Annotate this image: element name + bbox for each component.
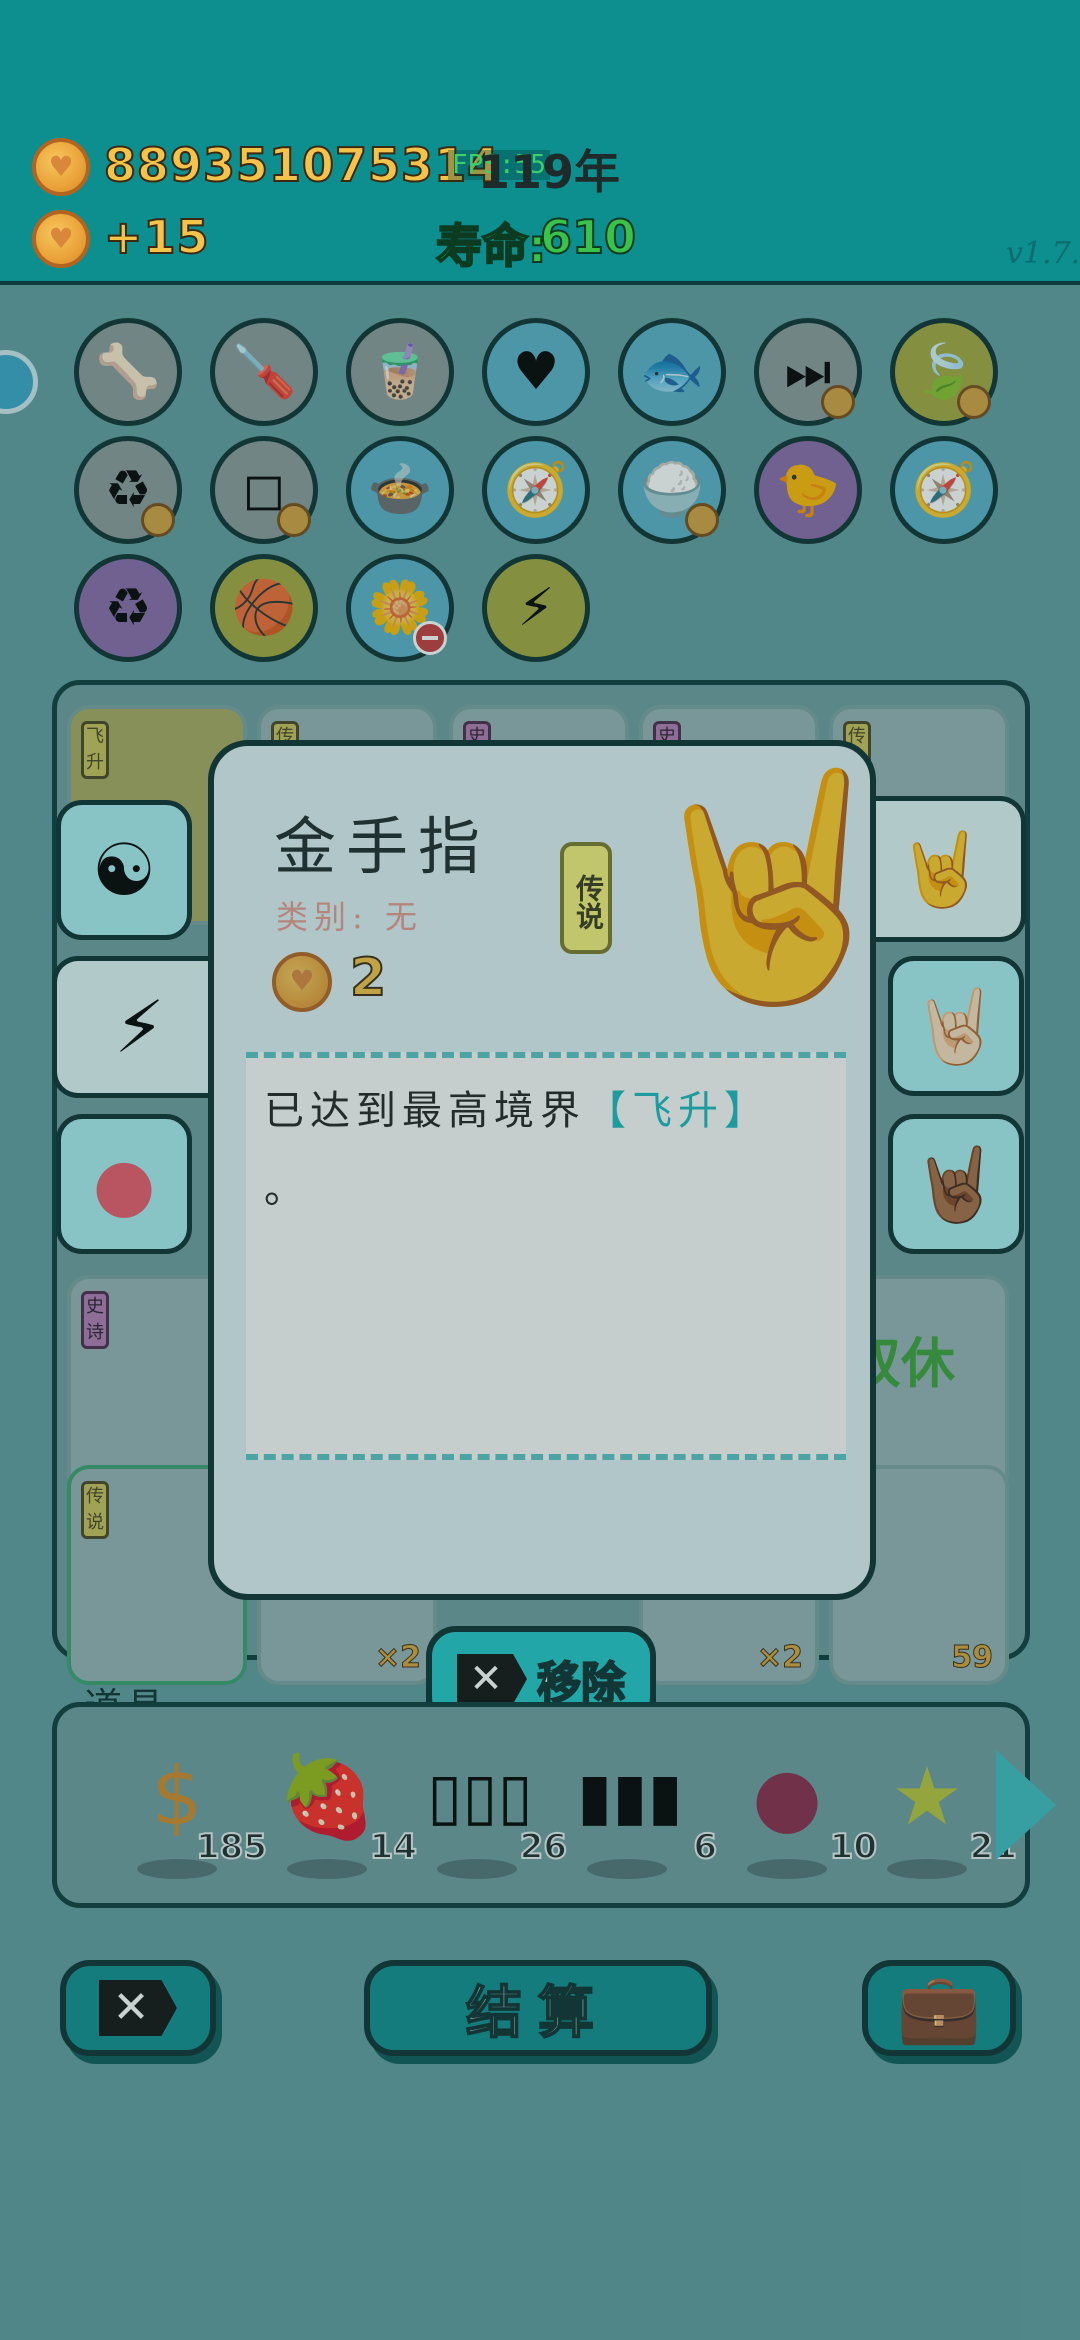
props-bar: $ 185 🍓 14 ▯▯▯ 26 ▮▮▮ 6 ● 10 ★ 21	[52, 1702, 1030, 1908]
tab-white-hand[interactable]: 🤘🏻	[888, 956, 1024, 1096]
bag-button[interactable]: 💼	[862, 1960, 1016, 2056]
screwdriver-icon[interactable]: 🪛	[210, 318, 318, 426]
prop-item[interactable]: ★ 21	[857, 1747, 1018, 1887]
item-description: 已达到最高境界【飞升】 。	[246, 1052, 846, 1460]
item-detail-modal: 金手指 类别: 无 传说 2 🤘 已达到最高境界【飞升】 。	[208, 740, 908, 1600]
compass-icon[interactable]: 🧭	[482, 436, 590, 544]
compass-icon-2[interactable]: 🧭	[890, 436, 998, 544]
brown-hand-icon: 🤘🏾	[911, 1141, 1001, 1226]
prop-shadow	[587, 1859, 667, 1879]
version-label: v1.7.2	[1006, 236, 1080, 271]
yin-yang-icon: ☯	[91, 828, 157, 912]
bubble-tea-icon[interactable]: 🧋	[346, 318, 454, 426]
basketballs-icon[interactable]: 🏀	[210, 554, 318, 662]
rarity-badge: 传说	[560, 842, 612, 954]
prop-shadow	[437, 1859, 517, 1879]
rice-bowl-icon[interactable]: 🍚	[618, 436, 726, 544]
tab-taiji[interactable]: ☯	[56, 800, 192, 940]
yellow-hand-icon: 🤘	[896, 826, 987, 911]
chick-egg-icon[interactable]: 🐤	[754, 436, 862, 544]
bayberry-icon: ●	[752, 1750, 822, 1843]
tiles-icon: ▮▮▮	[577, 1760, 683, 1834]
lifespan-label: 寿命:	[435, 218, 547, 274]
prop-item[interactable]: ▯▯▯ 26	[407, 1747, 568, 1887]
tag-chuanshuo: 传说	[81, 1481, 109, 1539]
dog-bowl-icon[interactable]: 🦴	[74, 318, 182, 426]
description-highlight: 【飞升】	[586, 1088, 770, 1134]
briefcase-icon: 💼	[896, 1969, 982, 2048]
year-counter: 119年	[478, 145, 621, 199]
item-category: 类别: 无	[276, 898, 423, 936]
tab-brown-hand[interactable]: 🤘🏾	[888, 1114, 1024, 1254]
card-count: ×2	[374, 1640, 421, 1676]
prop-item[interactable]: ● 10	[717, 1747, 878, 1887]
tag-feisheng: 飞升	[81, 721, 109, 779]
delete-button[interactable]: ✕	[60, 1960, 216, 2056]
skip-icon[interactable]: ⏭	[754, 318, 862, 426]
recycle-icon[interactable]: ♻	[74, 554, 182, 662]
white-hand-icon: 🤘🏻	[911, 983, 1001, 1068]
golden-finger-hand-icon: 🤘	[634, 758, 908, 1014]
lifespan-value: 610	[539, 209, 637, 265]
settle-button-label: 结算	[465, 1980, 610, 2047]
tab-lightning[interactable]: ⚡	[52, 956, 222, 1098]
tab-liver[interactable]: ●	[56, 1114, 192, 1254]
lightning-icon: ⚡	[114, 985, 165, 1069]
description-text: 已达到最高境界	[264, 1088, 586, 1134]
coin-icon	[32, 138, 90, 196]
prop-item[interactable]: ▮▮▮ 6	[557, 1747, 718, 1887]
prop-count: 6	[692, 1826, 718, 1868]
prop-shadow	[747, 1859, 827, 1879]
income-rate: +15	[103, 209, 210, 265]
liver-icon: ●	[92, 1142, 156, 1226]
lightning-icon[interactable]: ⚡	[482, 554, 590, 662]
card-count: 59	[951, 1640, 994, 1676]
price-coin-icon	[272, 952, 332, 1012]
prop-shadow	[887, 1859, 967, 1879]
item-name: 金手指	[274, 810, 491, 883]
empty-tiles-icon: ▯▯▯	[427, 1760, 533, 1834]
coin-balance: 889351075314	[103, 137, 501, 193]
tag-shishi: 史诗	[81, 1291, 109, 1349]
heart-potion-icon[interactable]: ♥	[482, 318, 590, 426]
description-tail: 。	[264, 1166, 304, 1212]
prop-item[interactable]: 🍓 14	[257, 1747, 418, 1887]
recycle-arrows-icon[interactable]: ♻	[74, 436, 182, 544]
top-bar: 889351075314 FPS:55 119年 +15 寿命: 610 v1.…	[0, 0, 1080, 285]
item-price: 2	[349, 947, 387, 1009]
star-icon: ★	[891, 1750, 963, 1843]
flower-pot-icon[interactable]: 🌼	[346, 554, 454, 662]
strawberry-icon: 🍓	[277, 1750, 377, 1843]
cooking-pot-icon[interactable]: 🍲	[346, 436, 454, 544]
prop-shadow	[287, 1859, 367, 1879]
income-coin-icon	[32, 210, 90, 268]
card-count: ×2	[756, 1640, 803, 1676]
prop-item[interactable]: $ 185	[107, 1747, 268, 1887]
settle-button[interactable]: 结算	[364, 1960, 712, 2056]
fish-bowl-icon[interactable]: 🐟	[618, 318, 726, 426]
leaf-icon[interactable]: 🍃	[890, 318, 998, 426]
delete-x-icon: ✕	[99, 1980, 177, 2036]
sleep-button[interactable]	[0, 350, 38, 414]
remove-x-icon: ✕	[457, 1654, 527, 1704]
tofu-icon[interactable]: ◻	[210, 436, 318, 544]
